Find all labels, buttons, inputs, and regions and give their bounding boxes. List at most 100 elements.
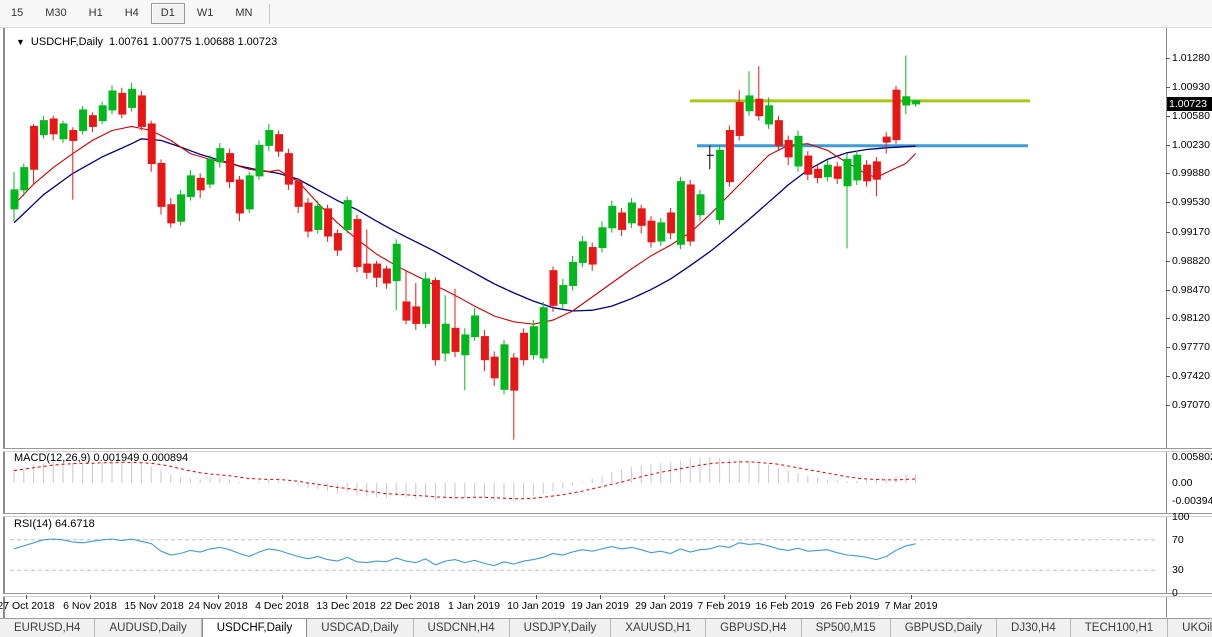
price-tick-label: 1.01280 [1172,52,1210,64]
price-tick-label: 1.00230 [1172,139,1210,151]
candle-body [864,165,871,181]
candle-body [511,358,518,390]
rsi-tick-label: 100 [1172,511,1190,523]
price-chart-canvas[interactable] [8,30,1166,448]
timeframe-button-w1[interactable]: W1 [187,3,224,24]
date-tick-label: 10 Jan 2019 [507,600,565,612]
price-tick [1166,376,1170,377]
date-tick [26,595,27,599]
candle-body [540,308,547,358]
date-tick [850,595,851,599]
macd-tick-label: -0.003945 [1172,495,1212,507]
date-tick [724,595,725,599]
date-tick-label: 29 Jan 2019 [635,600,693,612]
symbol-tab-dj30-h4[interactable]: DJ30,H4 [997,619,1071,637]
symbol-tab-usdjpy-daily[interactable]: USDJPY,Daily [510,619,612,637]
symbol-tabbar: EURUSD,H4AUDUSD,DailyUSDCHF,DailyUSDCAD,… [0,618,1212,637]
symbol-tab-usdcnh-h4[interactable]: USDCNH,H4 [414,619,510,637]
timeframe-button-mn[interactable]: MN [225,3,262,24]
candle-body [903,97,910,105]
candle-body [138,96,145,126]
candle-body [70,131,77,141]
candle-body [746,96,753,111]
price-tick-label: 0.99170 [1172,226,1210,238]
candle-body [442,324,449,353]
candle-body [354,220,361,267]
panel-separator [3,593,1212,597]
candle-body [266,131,273,146]
timeframe-button-15[interactable]: 15 [1,3,33,24]
candle-body [795,136,802,166]
candle-body [589,248,596,264]
date-tick-label: 27 Oct 2018 [0,600,55,612]
date-tick-label: 13 Dec 2018 [316,600,376,612]
date-tick [282,595,283,599]
timeframe-button-d1[interactable]: D1 [151,3,185,24]
macd-tick-label: 0.00 [1172,477,1192,489]
candle-body [178,195,185,221]
date-tick [154,595,155,599]
symbol-tab-audusd-daily[interactable]: AUDUSD,Daily [95,619,201,637]
symbol-tab-ukoil-[interactable]: UKOil, [1168,619,1212,637]
price-tick [1166,347,1170,348]
candle-body [60,124,67,139]
timeframe-toolbar: 15M30H1H4D1W1MN [0,0,1212,28]
timeframe-button-m30[interactable]: M30 [35,3,76,24]
candle-body [276,135,283,151]
timeframe-button-h1[interactable]: H1 [79,3,113,24]
timeframe-button-h4[interactable]: H4 [115,3,149,24]
candle-body [521,333,528,359]
macd-label: MACD(12,26,9) 0.001949 0.000894 [14,452,188,464]
candle-body [40,121,47,135]
candle-body [129,89,136,107]
candle-body [687,185,694,241]
candle-body [413,307,420,323]
candle-body [462,335,469,355]
candle-body [80,110,87,131]
candle-body [374,264,381,277]
candle-body [550,271,557,306]
candle-body [560,285,567,303]
date-tick-label: 19 Jan 2019 [571,600,629,612]
symbol-tab-sp500-m15[interactable]: SP500,M15 [802,619,891,637]
current-price-tag: 1.00723 [1167,97,1212,111]
price-tick [1166,232,1170,233]
candle-body [579,242,586,263]
symbol-tab-usdcad-daily[interactable]: USDCAD,Daily [307,619,413,637]
symbol-tab-usdchf-daily[interactable]: USDCHF,Daily [202,618,307,637]
candle-body [99,106,106,121]
candle-body [815,169,822,177]
price-tick-label: 0.98120 [1172,312,1210,324]
candle-body [883,137,890,142]
date-tick [474,595,475,599]
date-tick [536,595,537,599]
symbol-tab-tech100-h1[interactable]: TECH100,H1 [1071,619,1168,637]
price-tick-label: 1.00580 [1172,110,1210,122]
candle-body [31,126,38,169]
price-tick-label: 0.98820 [1172,255,1210,267]
candle-body [873,162,880,179]
candle-body [148,124,155,164]
rsi-label: RSI(14) 64.6718 [14,518,95,530]
candle-body [638,209,645,225]
price-tick [1166,405,1170,406]
date-tick [785,595,786,599]
candle-body [658,223,665,241]
candle-body [305,203,312,231]
symbol-tab-xauusd-h1[interactable]: XAUUSD,H1 [611,619,706,637]
date-tick-label: 7 Feb 2019 [697,600,750,612]
rsi-canvas[interactable] [8,516,1166,593]
candle-body [854,155,861,180]
symbol-tab-eurusd-h4[interactable]: EURUSD,H4 [0,619,95,637]
candle-body [570,262,577,285]
candle-body [50,119,57,134]
candle-body [236,180,243,213]
date-tick [911,595,912,599]
candle-body [393,244,400,280]
symbol-tab-gbpusd-daily[interactable]: GBPUSD,Daily [891,619,997,637]
date-tick [90,595,91,599]
candle-body [256,145,263,175]
toolbar-separator [269,4,270,24]
candle-body [364,264,371,272]
symbol-tab-gbpusd-h4[interactable]: GBPUSD,H4 [706,619,801,637]
